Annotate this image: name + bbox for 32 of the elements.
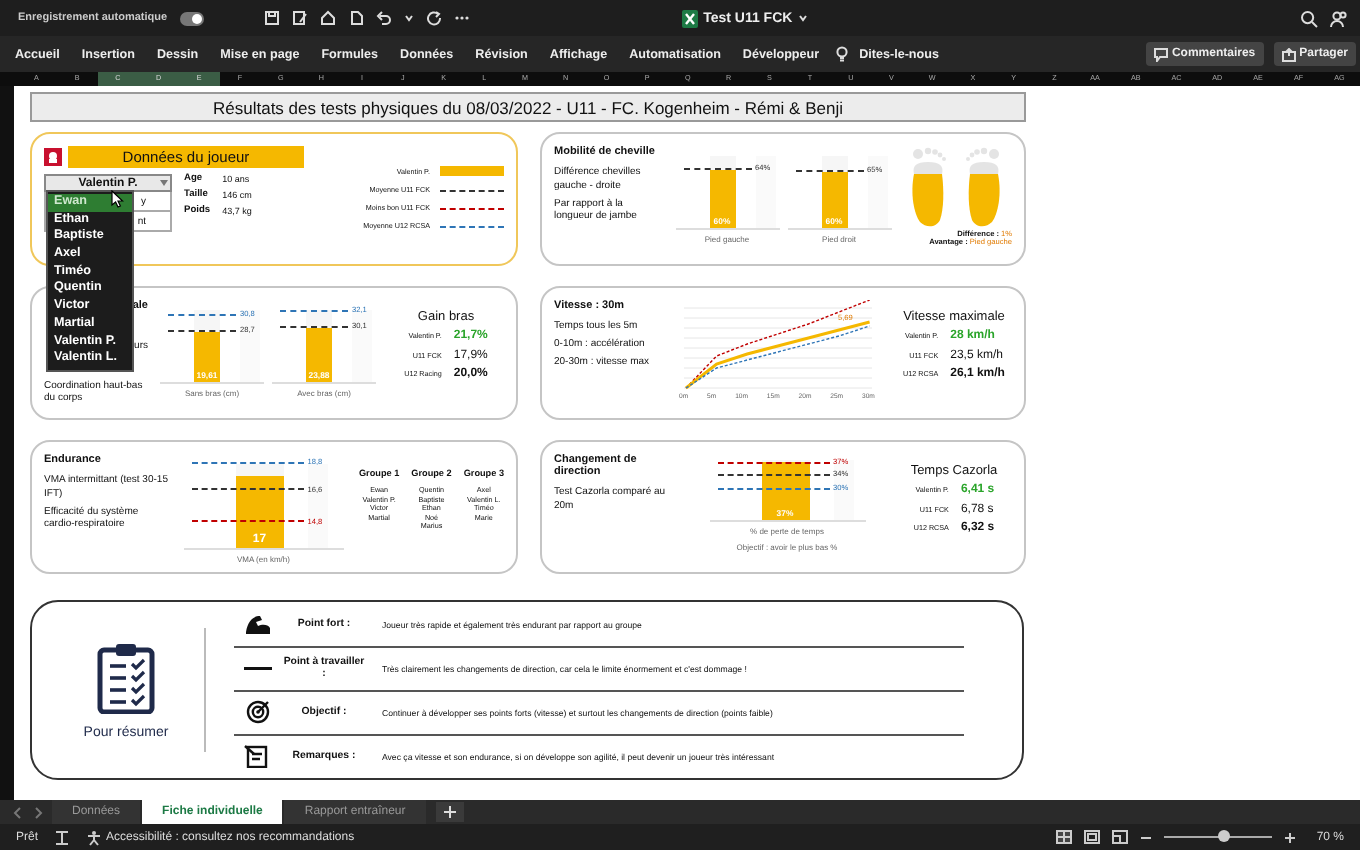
comment-icon <box>1153 47 1168 61</box>
document-icon[interactable] <box>347 10 364 26</box>
share-icon <box>1281 47 1296 61</box>
undo-icon[interactable] <box>375 10 392 26</box>
next-sheet-icon[interactable] <box>32 805 44 819</box>
cursor-icon <box>110 190 124 208</box>
zoom-slider-thumb[interactable] <box>1218 830 1230 842</box>
people-icon[interactable] <box>1330 9 1348 27</box>
search-icon[interactable] <box>1300 9 1318 27</box>
lightbulb-icon[interactable] <box>836 46 849 62</box>
accessibility-icon[interactable] <box>86 829 103 845</box>
target-icon <box>244 700 272 724</box>
autosave-toggle[interactable] <box>179 11 204 25</box>
zoom-in-icon[interactable] <box>1284 831 1297 843</box>
page-break-icon[interactable] <box>1112 830 1129 844</box>
edit-icon[interactable] <box>291 10 308 26</box>
caret-icon[interactable] <box>798 12 809 24</box>
spreadsheet-icon <box>681 9 698 27</box>
arm-icon <box>244 612 272 636</box>
redo-icon[interactable] <box>425 10 442 26</box>
caret-icon[interactable] <box>403 10 414 26</box>
previous-sheet-icon[interactable] <box>12 805 24 819</box>
add-sheet-icon[interactable] <box>435 802 464 822</box>
save-icon[interactable] <box>263 10 280 26</box>
clipboard-icon <box>96 641 156 713</box>
home-icon[interactable] <box>319 10 336 26</box>
note-icon <box>244 744 272 768</box>
report-title: Résultats des tests physiques du 08/03/2022 - U11 - FC. Kogenheim - Rémi & Benji <box>30 92 1026 122</box>
normal-view-icon[interactable] <box>1056 830 1073 844</box>
page-layout-icon[interactable] <box>1084 830 1101 844</box>
zoom-out-icon[interactable] <box>1140 831 1153 843</box>
club-badge-icon <box>44 148 62 166</box>
